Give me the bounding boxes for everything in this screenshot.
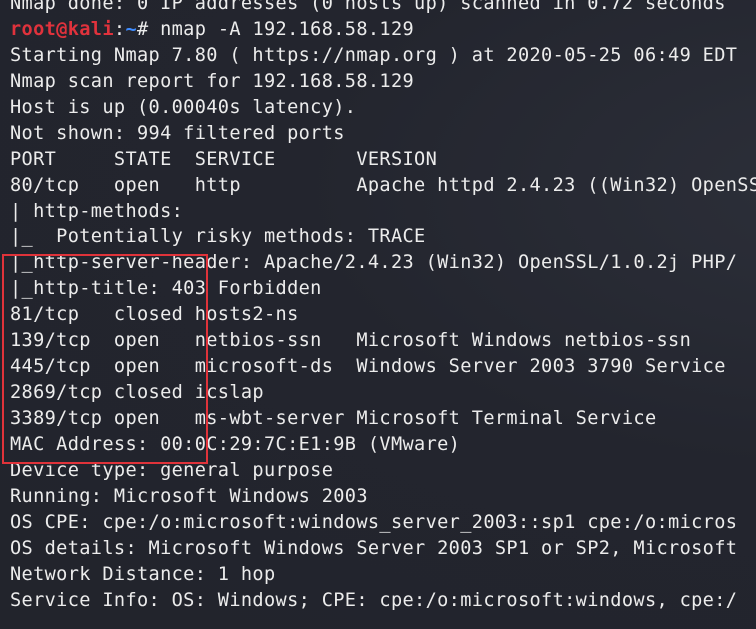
terminal-line: Host is up (0.00040s latency). xyxy=(10,96,357,118)
prompt-user-host: root@kali xyxy=(10,18,114,40)
port-table-header: PORT STATE SERVICE VERSION xyxy=(10,148,438,170)
terminal-line: Network Distance: 1 hop xyxy=(10,563,276,585)
script-output-line: |_ Potentially risky methods: TRACE xyxy=(10,226,426,248)
terminal-line: Nmap scan report for 192.168.58.129 xyxy=(10,70,415,92)
terminal-line: Running: Microsoft Windows 2003 xyxy=(10,485,368,507)
terminal-line: OS CPE: cpe:/o:microsoft:windows_server_… xyxy=(10,511,738,533)
prompt-symbol: # xyxy=(137,18,161,40)
terminal-line: Nmap done: 0 IP addresses (0 hosts up) s… xyxy=(10,0,726,14)
highlight-box xyxy=(2,254,208,464)
terminal-line: Starting Nmap 7.80 ( https://nmap.org ) … xyxy=(10,44,738,66)
prompt-line: root@kali:~# nmap -A 192.168.58.129 xyxy=(10,17,756,43)
prompt-separator: : xyxy=(113,18,126,40)
terminal-line: Service Info: OS: Windows; CPE: cpe:/o:m… xyxy=(10,589,738,611)
script-output-line: | http-methods: xyxy=(10,200,195,222)
terminal-line: OS details: Microsoft Windows Server 200… xyxy=(10,537,738,559)
prompt-command: nmap -A 192.168.58.129 xyxy=(160,18,415,40)
prompt-path: ~ xyxy=(125,18,137,40)
terminal-line: Not shown: 994 filtered ports xyxy=(10,122,345,144)
port-row: 80/tcp open http Apache httpd 2.4.23 ((W… xyxy=(10,174,756,196)
